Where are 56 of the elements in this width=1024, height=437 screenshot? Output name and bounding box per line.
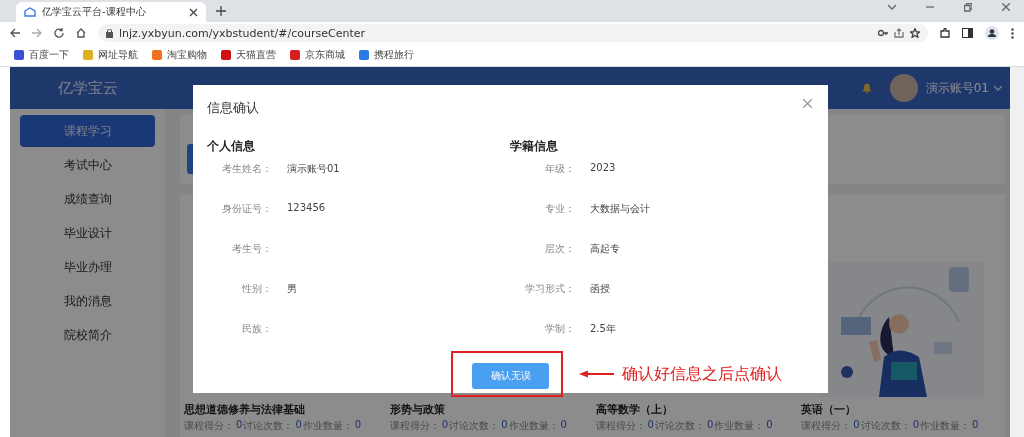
home-icon[interactable] <box>76 28 86 38</box>
dialog-title: 信息确认 <box>207 99 259 117</box>
sidebar-item[interactable]: 我的消息 <box>20 285 155 317</box>
field-value: 2023 <box>590 162 616 173</box>
field-label: 性别： <box>241 282 272 296</box>
star-icon[interactable] <box>910 28 920 38</box>
bookmark[interactable]: 百度一下 <box>14 48 69 62</box>
reload-icon[interactable] <box>54 28 64 38</box>
browser-tab[interactable]: 亿学宝云平台-课程中心 <box>16 2 206 22</box>
bookmark[interactable]: 天猫直营 <box>221 48 276 62</box>
field-label: 层次： <box>544 242 575 256</box>
address-bar[interactable]: lnjz.yxbyun.com/yxbstudent/#/courseCenter <box>98 24 928 42</box>
field-value: 123456 <box>287 202 326 213</box>
sidebar-item[interactable]: 毕业办理 <box>20 251 155 283</box>
arrow-icon <box>579 370 614 378</box>
field-label: 年级： <box>544 162 575 176</box>
user-name[interactable]: 演示账号01 <box>925 79 989 97</box>
field-value: 高起专 <box>590 242 620 256</box>
key-icon[interactable] <box>878 28 888 38</box>
close-icon[interactable] <box>189 7 198 17</box>
sidebar-item[interactable]: 考试中心 <box>20 149 155 181</box>
scrollbar[interactable] <box>1010 67 1024 437</box>
lock-icon <box>106 28 113 38</box>
bookmark[interactable]: 网址导航 <box>83 48 138 62</box>
section-title: 个人信息 <box>207 139 256 154</box>
field-label: 专业： <box>544 202 575 216</box>
annotation-text: 确认好信息之后点确认 <box>622 364 782 385</box>
logo: 亿学宝云 <box>56 78 119 98</box>
field-label: 学制： <box>544 322 575 336</box>
back-icon[interactable] <box>10 28 20 38</box>
field-value: 2.5年 <box>590 322 616 336</box>
field-label: 民族： <box>241 322 272 336</box>
field-value: 男 <box>287 282 297 296</box>
share-icon[interactable] <box>894 28 904 38</box>
sidebar-item[interactable]: 成绩查询 <box>20 183 155 215</box>
menu-icon[interactable] <box>1011 27 1014 39</box>
field-label: 学习形式： <box>524 282 575 296</box>
field-label: 身份证号： <box>221 202 272 216</box>
field-value: 大数据与会计 <box>590 202 650 216</box>
field-label: 考生号： <box>231 242 272 256</box>
profile-icon[interactable] <box>985 26 999 40</box>
bookmark[interactable]: 京东商城 <box>290 48 345 62</box>
sidebar-icon[interactable] <box>962 28 973 38</box>
section-title: 学籍信息 <box>510 139 559 154</box>
sidebar-item[interactable]: 课程学习 <box>20 115 155 147</box>
chevron-icon[interactable] <box>887 3 896 11</box>
plus-icon[interactable] <box>216 6 226 16</box>
bookmark[interactable]: 淘宝购物 <box>152 48 207 62</box>
field-value: 函授 <box>590 282 610 296</box>
field-value: 演示账号01 <box>287 162 340 176</box>
field-label: 考生姓名： <box>221 162 272 176</box>
bookmark[interactable]: 携程旅行 <box>359 48 414 62</box>
close-icon[interactable] <box>1002 3 1010 11</box>
sidebar-item[interactable]: 院校简介 <box>20 319 155 351</box>
sidebar-item[interactable]: 毕业设计 <box>20 217 155 249</box>
restore-icon[interactable] <box>963 3 972 12</box>
